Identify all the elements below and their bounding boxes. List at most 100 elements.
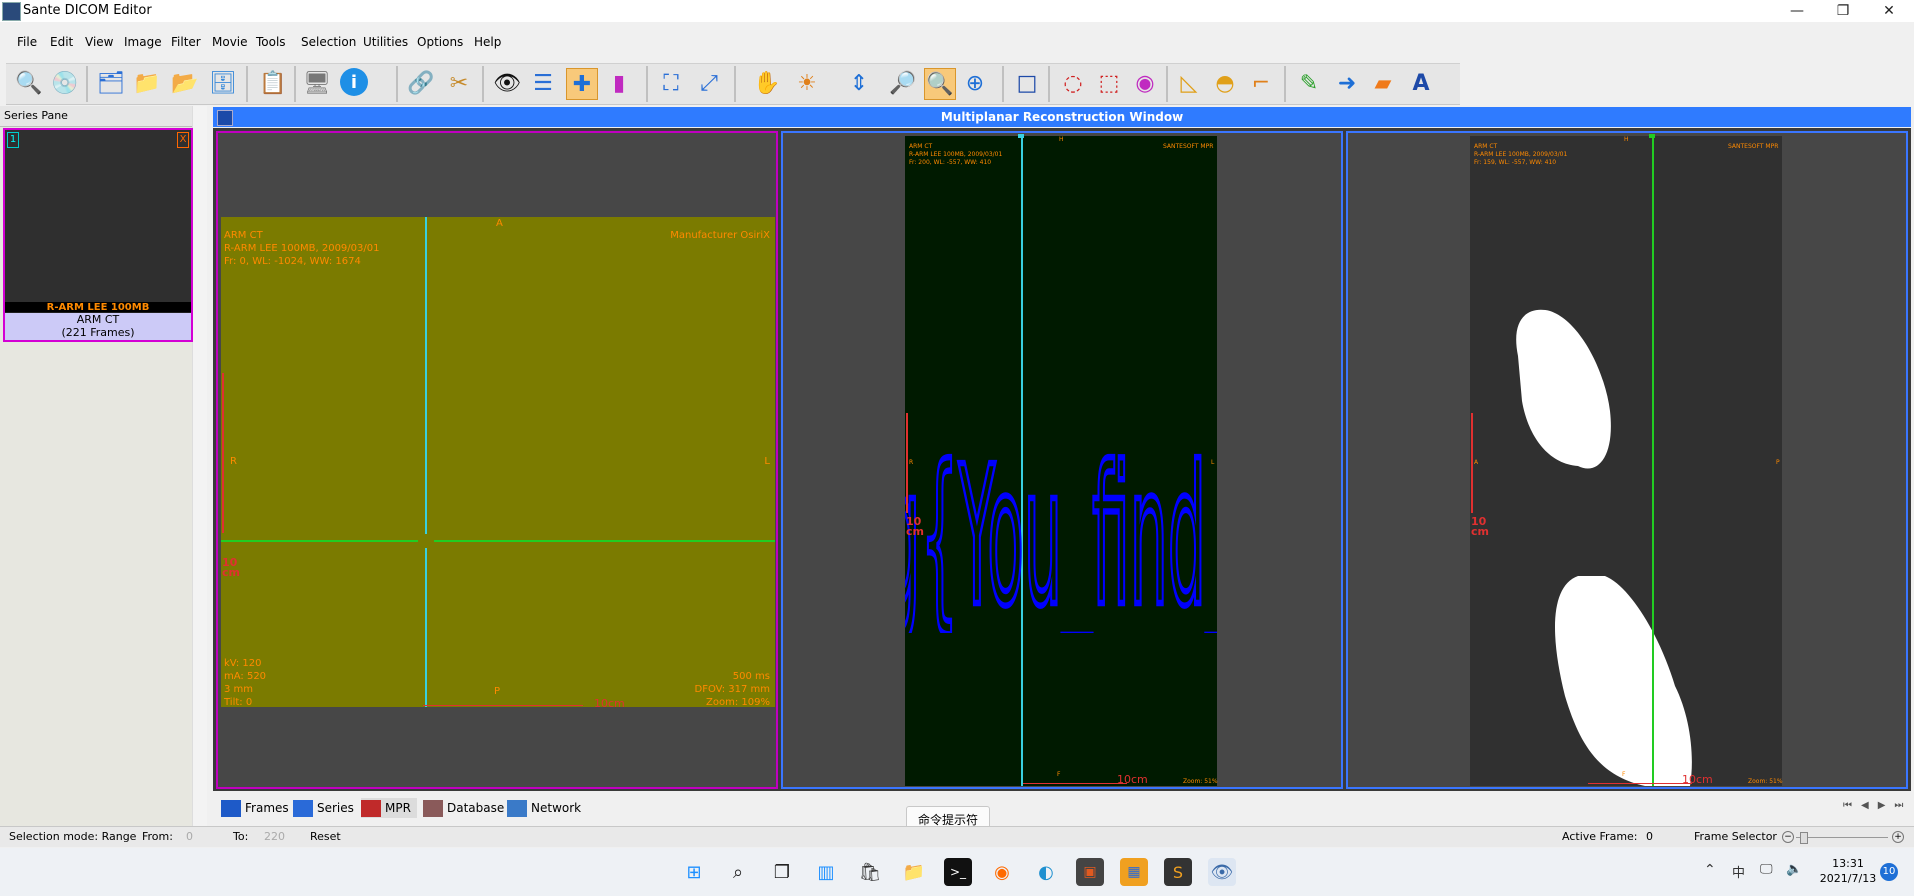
network-tray-icon[interactable]: 🖵 [1760,862,1773,877]
menu-filter[interactable]: Filter [171,35,201,49]
menu-utilities[interactable]: Utilities [363,35,408,49]
info-icon[interactable]: i [340,68,368,96]
open-folder-icon[interactable]: 📁 [132,68,162,98]
to-input[interactable]: 220 [264,830,285,843]
ime-indicator[interactable]: 中 [1732,862,1745,881]
task-view-icon[interactable]: ❐ [768,858,796,886]
series-close-button[interactable]: X [177,132,189,148]
tab-mpr[interactable]: MPR [361,798,417,818]
rect-roi-icon[interactable]: □ [1012,68,1042,98]
start-icon[interactable]: ⊞ [680,858,708,886]
arc-icon[interactable]: ◓ [1210,68,1240,98]
angle-icon[interactable]: ◺ [1174,68,1204,98]
magnify-icon[interactable]: ⊕ [960,68,990,98]
coronal-viewport[interactable]: ARM CT R-ARM LEE 100MB, 2009/03/01 Fr: 2… [781,131,1343,789]
sagittal-line3: Fr: 159, WL: -557, WW: 410 [1474,159,1557,166]
menu-help[interactable]: Help [474,35,501,49]
tab-database[interactable]: Database [423,798,504,818]
scroll-icon[interactable]: ⇕ [844,68,874,98]
menu-tools[interactable]: Tools [256,35,286,49]
save-icon[interactable]: 🗄 [208,68,238,98]
tab-frames[interactable]: Frames [221,798,289,818]
axial-crosshair-horizontal[interactable] [221,540,775,542]
minimize-button[interactable]: — [1774,0,1820,22]
notification-badge[interactable]: 10 [1880,863,1898,881]
unlink-icon[interactable]: ✂ [444,68,474,98]
menu-edit[interactable]: Edit [50,35,73,49]
clock-date: 2021/7/13 [1819,872,1877,885]
menu-view[interactable]: View [85,35,113,49]
arrow-icon[interactable]: ➜ [1332,68,1362,98]
zoom-in-icon[interactable]: + [1892,831,1904,843]
from-input[interactable]: 0 [186,830,193,843]
taskbar: ⊞ ⌕ ❐ ▥ 🛍 📁 >_ ◉ ◐ ▣ ▦ S 👁 ⌃ 中 🖵 🔈 13:31… [0,848,1914,896]
axial-viewport[interactable]: ARM CT R-ARM LEE 100MB, 2009/03/01 Fr: 0… [216,131,778,789]
ellipse-select-icon[interactable]: ◌ [1058,68,1088,98]
link-icon[interactable]: 🔗 [406,68,436,98]
slider-thumb[interactable] [1800,832,1808,844]
volume-tray-icon[interactable]: 🔈 [1786,862,1802,877]
widgets-icon[interactable]: ▥ [812,858,840,886]
eye-icon[interactable]: 👁 [492,68,522,98]
clipboard-icon[interactable]: 📋 [258,68,288,98]
fit-window-icon[interactable]: ⛶ [656,68,686,98]
text-icon[interactable]: A [1406,68,1436,98]
sublime-text-icon[interactable]: S [1164,858,1192,886]
office-icon[interactable]: ▣ [1076,858,1104,886]
stack-icon[interactable]: ☰ [528,68,558,98]
coronal-crosshair-handle[interactable] [1018,134,1024,138]
zoom-region-icon[interactable]: 🔍 [924,68,956,100]
frame-nav-buttons[interactable]: ⏮◀▶⏭ [1843,800,1912,811]
open-folders-icon[interactable]: 📂 [170,68,200,98]
maximize-button[interactable]: ❐ [1820,0,1866,22]
window-level-icon[interactable]: ☀ [792,68,822,98]
coronal-line3: Fr: 200, WL: -557, WW: 410 [909,159,992,166]
sagittal-viewport[interactable]: ARM CT R-ARM LEE 100MB, 2009/03/01 Fr: 1… [1346,131,1908,789]
eraser-icon[interactable]: ▰ [1368,68,1398,98]
series-pane-scrollbar[interactable] [192,106,207,826]
clock[interactable]: 13:31 2021/7/13 [1818,856,1878,886]
tray-overflow-icon[interactable]: ⌃ [1704,862,1716,878]
menu-movie[interactable]: Movie [212,35,248,49]
search-icon[interactable]: ⌕ [724,858,752,886]
menu-selection[interactable]: Selection [301,35,356,49]
frame-selector-slider[interactable]: − + [1782,831,1906,844]
tab-network[interactable]: Network [507,798,581,818]
command-prompt-icon[interactable]: >_ [944,858,972,886]
menu-image[interactable]: Image [124,35,162,49]
store-icon[interactable]: 🛍 [856,858,884,886]
pan-hand-icon[interactable]: ✋ [752,68,782,98]
tab-series[interactable]: Series [293,798,354,818]
open-search-icon[interactable]: 🔍 [14,68,44,98]
pencil-icon[interactable]: ✎ [1294,68,1324,98]
axial-acq-info: kV: 120 mA: 520 3 mm Tilt: 0 [224,657,266,709]
sagittal-crosshair-handle[interactable] [1649,134,1655,138]
series-thumbnail[interactable]: 1 X R-ARM LEE 100MB ARM CT (221 Frames) [3,128,193,342]
network-icon [507,799,527,817]
coronal-hscale [1023,783,1127,784]
file-explorer-icon[interactable]: 📁 [900,858,928,886]
sagittal-hscale-label: 10cm [1682,773,1713,786]
sagittal-crosshair-vertical[interactable] [1652,136,1654,786]
zoom-out-icon[interactable]: − [1782,831,1794,843]
close-button[interactable]: ✕ [1866,0,1912,22]
menu-options[interactable]: Options [417,35,463,49]
open-files-icon[interactable]: 🗂 [96,68,126,98]
color-wheel-icon[interactable]: ◉ [1130,68,1160,98]
sante-dicom-taskbar-icon[interactable]: 👁 [1208,858,1236,886]
open-cd-icon[interactable]: 💿 [50,68,80,98]
settings-monitor-icon[interactable]: 🖥 [302,68,332,98]
color-bars-icon[interactable]: ▮ [604,68,634,98]
firefox-icon[interactable]: ◉ [988,858,1016,886]
reset-button[interactable]: Reset [310,830,341,843]
corner-icon[interactable]: ⌐ [1246,68,1276,98]
paint-app-icon[interactable]: ▦ [1120,858,1148,886]
edge-icon[interactable]: ◐ [1032,858,1060,886]
actual-size-icon[interactable]: ⤢ [694,68,724,98]
menu-file[interactable]: File [17,35,37,49]
zoom-icon[interactable]: 🔎 [888,68,918,98]
coronal-hscale-label: 10cm [1117,773,1148,786]
rect-select-icon[interactable]: ⬚ [1094,68,1124,98]
crosshair-mpr-icon[interactable]: ✚ [566,68,598,100]
axial-crosshair-vertical[interactable] [425,217,427,707]
